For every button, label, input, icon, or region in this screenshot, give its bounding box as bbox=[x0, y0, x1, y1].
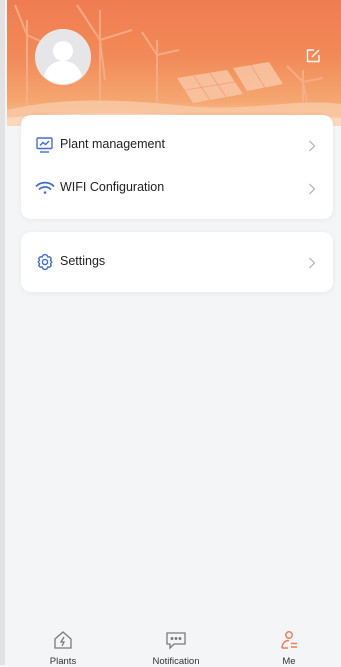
house-bolt-icon bbox=[51, 628, 75, 652]
menu-card-settings: Settings bbox=[21, 232, 333, 292]
user-avatar-icon[interactable] bbox=[35, 29, 91, 85]
chevron-right-icon bbox=[308, 182, 316, 195]
menu-card-primary: Plant management WIFI Configuration bbox=[21, 115, 333, 219]
chat-bubble-icon bbox=[164, 628, 188, 652]
edit-icon[interactable] bbox=[305, 48, 321, 64]
wifi-icon bbox=[35, 179, 55, 197]
chevron-right-icon bbox=[308, 139, 316, 152]
plant-management-item[interactable]: Plant management bbox=[21, 127, 333, 163]
profile-header bbox=[7, 0, 341, 126]
gear-icon bbox=[35, 253, 55, 271]
tab-plants-label: Plants bbox=[49, 656, 77, 667]
user-list-icon bbox=[277, 628, 301, 652]
tab-notification-label: Notification bbox=[152, 656, 200, 667]
left-edge-strip bbox=[0, 0, 5, 665]
tab-me[interactable]: Me bbox=[254, 622, 324, 667]
tab-me-label: Me bbox=[282, 656, 296, 667]
wifi-configuration-item[interactable]: WIFI Configuration bbox=[21, 170, 333, 206]
settings-item[interactable]: Settings bbox=[21, 244, 333, 280]
wifi-configuration-label: WIFI Configuration bbox=[60, 180, 165, 194]
chevron-right-icon bbox=[308, 256, 316, 269]
tab-notification[interactable]: Notification bbox=[141, 622, 211, 667]
tab-plants[interactable]: Plants bbox=[28, 622, 98, 667]
monitor-chart-icon bbox=[35, 136, 55, 154]
settings-label: Settings bbox=[60, 254, 106, 268]
plant-management-label: Plant management bbox=[60, 137, 165, 151]
bottom-tab-bar: Plants Notification Me bbox=[5, 622, 341, 667]
